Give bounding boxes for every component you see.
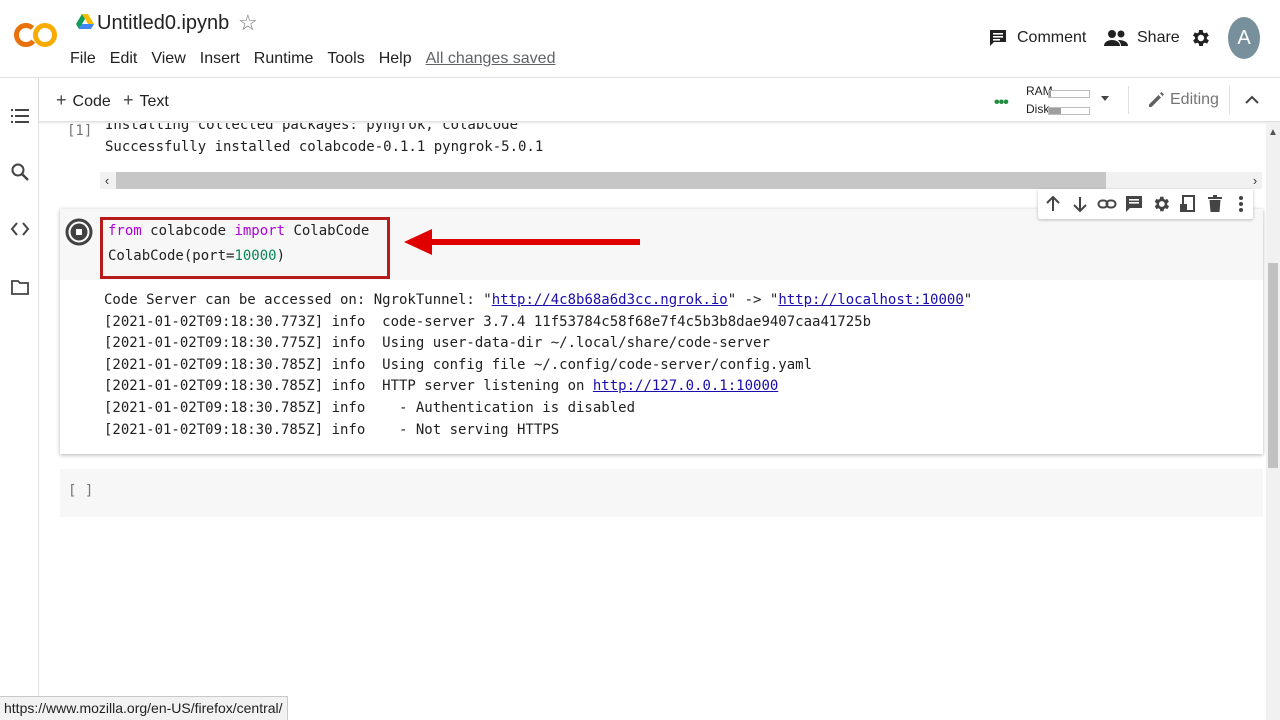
left-sidebar — [0, 78, 39, 720]
plus-icon: + — [56, 90, 67, 110]
disk-label: Disk — [1026, 102, 1050, 116]
people-icon — [1104, 30, 1128, 46]
scroll-left-arrow-icon[interactable]: ‹ — [100, 172, 114, 189]
output-line: Installing collected packages: pyngrok, … — [105, 123, 519, 133]
divider — [1229, 86, 1230, 114]
editing-mode-button[interactable]: Editing — [1147, 88, 1219, 112]
star-icon[interactable]: ☆ — [238, 10, 258, 36]
ngrok-url-link[interactable]: http://4c8b68a6d3cc.ngrok.io — [492, 292, 728, 308]
notebook-area: [1] Installing collected packages: pyngr… — [40, 123, 1266, 720]
output-line: [2021-01-02T09:18:30.785Z] info - Not se… — [104, 422, 560, 438]
scrollbar-thumb[interactable] — [116, 172, 1106, 189]
resources-indicator[interactable]: ••• RAM Disk — [994, 82, 1114, 118]
menu-file[interactable]: File — [70, 48, 96, 70]
output-text: [2021-01-02T09:18:30.785Z] info HTTP ser… — [104, 378, 593, 394]
http-server-url-link[interactable]: http://127.0.0.1:10000 — [593, 378, 778, 394]
ram-usage-bar — [1048, 90, 1090, 98]
notebook-title[interactable]: Untitled0.ipynb — [97, 9, 235, 37]
divider — [1128, 86, 1129, 114]
code-line-2[interactable]: ColabCode(port=10000) — [108, 248, 285, 264]
keyword: import — [234, 223, 286, 239]
status-bar-url: https://www.mozilla.org/en-US/firefox/ce… — [0, 696, 288, 720]
colab-logo[interactable] — [14, 19, 58, 51]
call-text: ) — [276, 248, 286, 264]
cell-input-area[interactable]: from colabcode import ColabCode ColabCod… — [60, 209, 1263, 280]
disk-usage-bar — [1048, 107, 1090, 115]
share-button[interactable]: Share — [1104, 16, 1180, 60]
more-options-icon[interactable] — [1231, 194, 1251, 214]
red-annotation-arrow — [404, 229, 640, 255]
code-line-1[interactable]: from colabcode import ColabCode — [108, 223, 369, 239]
comment-icon — [990, 30, 1006, 46]
chevron-down-icon[interactable] — [1101, 96, 1109, 101]
comment-button[interactable]: Comment — [988, 16, 1086, 60]
output-text: " — [963, 292, 973, 308]
output-line: [2021-01-02T09:18:30.785Z] info - Authen… — [104, 400, 636, 416]
vertical-scrollbar[interactable]: ▲ — [1266, 123, 1280, 720]
execution-count: [1] — [67, 123, 93, 139]
horizontal-scrollbar[interactable]: ‹ › — [100, 172, 1262, 189]
highlighted-code-box[interactable]: from colabcode import ColabCode ColabCod… — [100, 217, 390, 279]
output-line: Code Server can be accessed on: NgrokTun… — [104, 292, 972, 308]
stop-execution-icon[interactable] — [65, 218, 93, 246]
scrollbar-thumb[interactable] — [1268, 263, 1278, 468]
execution-count: [ ] — [68, 483, 94, 499]
keyword: from — [108, 223, 142, 239]
code-snippets-icon[interactable] — [10, 219, 30, 239]
output-text: Code Server can be accessed on: NgrokTun… — [104, 292, 492, 308]
editing-label: Editing — [1170, 91, 1219, 108]
save-status-link[interactable]: All changes saved — [426, 48, 556, 70]
empty-code-cell[interactable]: [ ] — [60, 469, 1263, 517]
previous-cell-output: [1] Installing collected packages: pyngr… — [40, 123, 1266, 193]
share-label: Share — [1137, 29, 1180, 46]
pencil-icon — [1149, 92, 1164, 107]
move-cell-down-icon[interactable] — [1070, 194, 1090, 214]
scroll-up-arrow-icon[interactable]: ▲ — [1266, 127, 1280, 138]
code-cell[interactable]: from colabcode import ColabCode ColabCod… — [60, 209, 1263, 454]
module-name: colabcode — [141, 223, 235, 239]
add-code-button[interactable]: + Code — [56, 88, 111, 114]
menu-insert[interactable]: Insert — [200, 48, 240, 70]
google-drive-icon — [76, 14, 94, 29]
output-line: [2021-01-02T09:18:30.785Z] info HTTP ser… — [104, 378, 778, 394]
search-icon[interactable] — [10, 162, 30, 182]
menu-view[interactable]: View — [151, 48, 185, 70]
connected-status-icon: ••• — [994, 94, 1009, 111]
link-icon[interactable] — [1097, 194, 1117, 214]
menu-edit[interactable]: Edit — [110, 48, 138, 70]
menu-runtime[interactable]: Runtime — [254, 48, 314, 70]
output-line: [2021-01-02T09:18:30.775Z] info Using us… — [104, 335, 770, 351]
output-line: Successfully installed colabcode-0.1.1 p… — [105, 139, 544, 155]
cell-action-toolbar — [1038, 189, 1253, 219]
output-line: [2021-01-02T09:18:30.785Z] info Using co… — [104, 357, 813, 373]
cell-settings-gear-icon[interactable] — [1151, 194, 1171, 214]
add-text-label: Text — [139, 93, 169, 110]
menu-tools[interactable]: Tools — [327, 48, 364, 70]
files-folder-icon[interactable] — [10, 277, 30, 297]
call-text: ColabCode(port= — [108, 248, 235, 264]
menu-help[interactable]: Help — [379, 48, 412, 70]
output-text: " -> " — [727, 292, 779, 308]
table-of-contents-icon[interactable] — [10, 106, 30, 126]
move-cell-up-icon[interactable] — [1043, 194, 1063, 214]
comment-icon[interactable] — [1124, 194, 1144, 214]
add-code-label: Code — [72, 93, 111, 110]
import-name: ColabCode — [285, 223, 370, 239]
mirror-cell-icon[interactable] — [1178, 194, 1198, 214]
scroll-right-arrow-icon[interactable]: › — [1248, 172, 1262, 189]
settings-gear-icon[interactable] — [1189, 27, 1211, 49]
delete-trash-icon[interactable] — [1205, 194, 1225, 214]
localhost-url-link[interactable]: http://localhost:10000 — [778, 292, 963, 308]
add-text-button[interactable]: + Text — [123, 88, 169, 114]
menu-bar: File Edit View Insert Runtime Tools Help… — [70, 48, 569, 70]
app-header: Untitled0.ipynb ☆ File Edit View Insert … — [0, 0, 1280, 78]
chevron-up-icon[interactable] — [1242, 90, 1262, 110]
plus-icon: + — [123, 90, 134, 110]
output-line: [2021-01-02T09:18:30.773Z] info code-ser… — [104, 314, 872, 330]
user-avatar[interactable]: A — [1228, 17, 1260, 59]
comment-label: Comment — [1017, 29, 1087, 46]
notebook-toolbar: + Code + Text ••• RAM Disk Editing — [39, 78, 1280, 122]
number-literal: 10000 — [234, 248, 277, 264]
